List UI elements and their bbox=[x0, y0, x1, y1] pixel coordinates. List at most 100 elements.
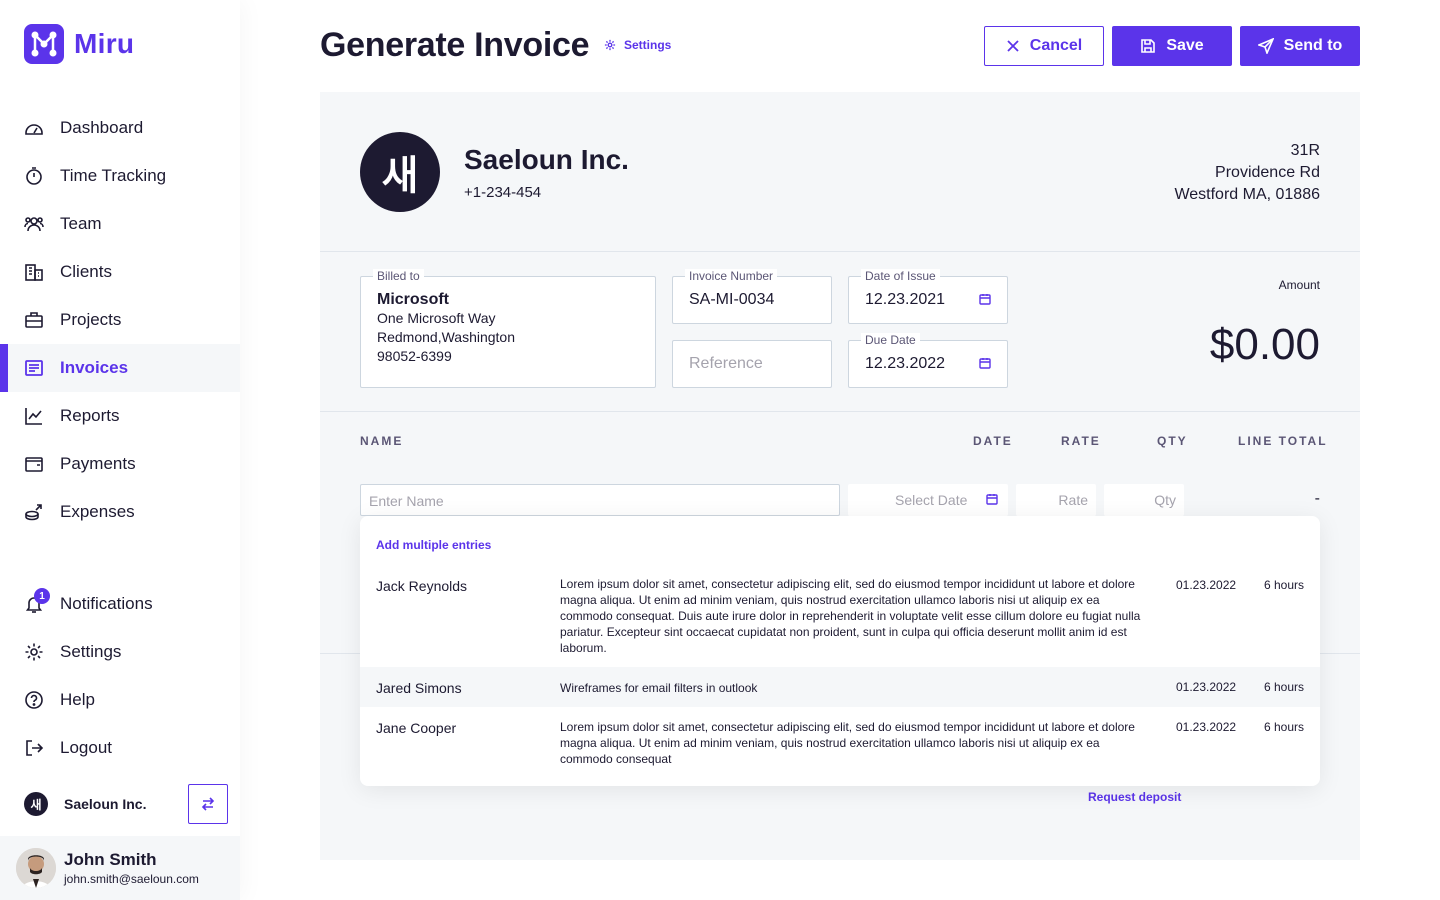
entry-name: Jack Reynolds bbox=[376, 578, 468, 594]
billed-to-line: Redmond,Washington bbox=[377, 329, 516, 345]
entry-name: Jared Simons bbox=[376, 680, 462, 696]
workspace-avatar: 새 bbox=[24, 792, 48, 816]
company-logo: 새 bbox=[360, 132, 440, 212]
sidebar-item-label: Expenses bbox=[60, 502, 135, 521]
line-item-total: - bbox=[1314, 490, 1320, 507]
calendar-icon[interactable] bbox=[979, 357, 991, 369]
cancel-label: Cancel bbox=[1029, 37, 1083, 54]
sidebar-item-label: Team bbox=[60, 214, 102, 233]
sidebar-item-label: Invoices bbox=[60, 358, 129, 377]
line-item-rate-input[interactable]: Rate bbox=[1016, 484, 1096, 516]
gear-icon bbox=[604, 39, 616, 51]
user-name: John Smith bbox=[64, 850, 157, 869]
close-icon bbox=[1007, 40, 1019, 52]
coins-icon bbox=[24, 502, 44, 522]
send-to-button[interactable]: Send to bbox=[1240, 26, 1360, 66]
sidebar-item-label: Help bbox=[60, 690, 95, 709]
building-icon bbox=[24, 262, 44, 282]
billed-to-line: One Microsoft Way bbox=[377, 310, 496, 326]
switch-workspace-button[interactable] bbox=[188, 784, 228, 824]
save-button[interactable]: Save bbox=[1112, 26, 1232, 66]
sidebar-item-label: Projects bbox=[60, 310, 122, 329]
settings-label: Settings bbox=[624, 38, 672, 52]
sidebar-item-settings[interactable]: Settings bbox=[0, 628, 240, 676]
chart-line-icon bbox=[24, 406, 44, 426]
sidebar-item-expenses[interactable]: Expenses bbox=[0, 488, 240, 536]
save-icon bbox=[1141, 39, 1156, 53]
send-label: Send to bbox=[1283, 37, 1343, 54]
sidebar-item-label: Dashboard bbox=[60, 118, 144, 137]
sidebar-item-reports[interactable]: Reports bbox=[0, 392, 240, 440]
help-icon bbox=[24, 690, 44, 710]
invoice-number-value: SA-MI-0034 bbox=[689, 291, 775, 308]
list-item[interactable]: Jared Simons Wireframes for email filter… bbox=[360, 667, 1320, 707]
gear-icon bbox=[24, 642, 44, 662]
app-name: Miru bbox=[74, 28, 135, 59]
calendar-icon[interactable] bbox=[979, 293, 991, 305]
invoice-settings-link[interactable]: Settings bbox=[604, 38, 671, 52]
company-name: Saeloun Inc. bbox=[464, 144, 629, 175]
sidebar-item-label: Payments bbox=[60, 454, 136, 473]
column-header-rate: RATE bbox=[1061, 434, 1101, 448]
team-icon bbox=[24, 214, 44, 234]
sidebar-item-help[interactable]: Help bbox=[0, 676, 240, 724]
sidebar-item-label: Notifications bbox=[60, 594, 153, 613]
entry-date: 01.23.2022 bbox=[1176, 680, 1237, 694]
reference-placeholder: Reference bbox=[689, 355, 763, 372]
date-of-issue-field[interactable]: Date of Issue 12.23.2021 bbox=[848, 269, 1008, 324]
due-date-label: Due Date bbox=[861, 333, 920, 347]
wallet-icon bbox=[24, 454, 44, 474]
logo[interactable]: Miru bbox=[24, 24, 134, 64]
entry-hours: 6 hours bbox=[1263, 680, 1304, 694]
due-date-field[interactable]: Due Date 12.23.2022 bbox=[848, 333, 1008, 388]
invoice-icon bbox=[24, 358, 44, 378]
sidebar-item-projects[interactable]: Projects bbox=[0, 296, 240, 344]
billed-to-field[interactable]: Billed to Microsoft One Microsoft Way Re… bbox=[360, 269, 656, 388]
billed-to-line: 98052-6399 bbox=[377, 348, 452, 364]
sidebar-item-label: Time Tracking bbox=[60, 166, 167, 185]
user-profile[interactable]: John Smith john.smith@saeloun.com bbox=[0, 836, 240, 900]
divider bbox=[320, 411, 1360, 412]
qty-placeholder: Qty bbox=[1154, 492, 1176, 508]
address-line: 31R bbox=[1290, 142, 1320, 159]
list-item[interactable]: Jack Reynolds Lorem ipsum dolor sit amet… bbox=[360, 564, 1320, 666]
secondary-nav: 1 Notifications Settings Help Logout bbox=[0, 580, 240, 772]
dashboard-icon bbox=[24, 118, 44, 138]
invoice-number-field[interactable]: Invoice Number SA-MI-0034 bbox=[672, 269, 832, 324]
company-address: 31R Providence Rd Westford MA, 01886 bbox=[1174, 140, 1320, 206]
add-multiple-entries-link[interactable]: Add multiple entries bbox=[376, 538, 491, 552]
sidebar-item-label: Clients bbox=[60, 262, 112, 281]
rate-placeholder: Rate bbox=[1058, 492, 1088, 508]
sidebar-item-invoices[interactable]: Invoices bbox=[0, 344, 240, 392]
sidebar-item-payments[interactable]: Payments bbox=[0, 440, 240, 488]
sidebar-item-team[interactable]: Team bbox=[0, 200, 240, 248]
reference-field[interactable]: Reference bbox=[672, 340, 832, 388]
list-item[interactable]: Jane Cooper Lorem ipsum dolor sit amet, … bbox=[360, 707, 1320, 773]
amount-label: Amount bbox=[1278, 278, 1320, 292]
calendar-icon bbox=[986, 494, 998, 505]
sidebar-item-dashboard[interactable]: Dashboard bbox=[0, 104, 240, 152]
swap-icon bbox=[201, 797, 215, 811]
cancel-button[interactable]: Cancel bbox=[984, 26, 1104, 66]
address-line: Westford MA, 01886 bbox=[1174, 186, 1320, 203]
sidebar-item-label: Logout bbox=[60, 738, 112, 757]
save-label: Save bbox=[1166, 37, 1204, 54]
sidebar-item-clients[interactable]: Clients bbox=[0, 248, 240, 296]
billed-to-label: Billed to bbox=[373, 269, 424, 283]
sidebar-item-logout[interactable]: Logout bbox=[0, 724, 240, 772]
column-header-qty: QTY bbox=[1157, 434, 1188, 448]
sidebar-item-notifications[interactable]: 1 Notifications bbox=[0, 580, 240, 628]
address-line: Providence Rd bbox=[1215, 164, 1320, 181]
line-item-date-input[interactable]: Select Date bbox=[848, 484, 1008, 516]
line-item-qty-input[interactable]: Qty bbox=[1104, 484, 1184, 516]
logout-icon bbox=[24, 738, 44, 758]
line-item-name-input[interactable]: Enter Name bbox=[360, 484, 840, 516]
sidebar-item-time-tracking[interactable]: Time Tracking bbox=[0, 152, 240, 200]
briefcase-icon bbox=[24, 310, 44, 330]
entry-date: 01.23.2022 bbox=[1176, 578, 1237, 592]
request-deposit-link[interactable]: Request deposit bbox=[1088, 790, 1181, 804]
company-phone: +1-234-454 bbox=[464, 184, 542, 201]
entry-name: Jane Cooper bbox=[376, 720, 457, 736]
workspace-name: Saeloun Inc. bbox=[64, 796, 147, 812]
entry-description: Lorem ipsum dolor sit amet, consectetur … bbox=[560, 577, 1141, 655]
